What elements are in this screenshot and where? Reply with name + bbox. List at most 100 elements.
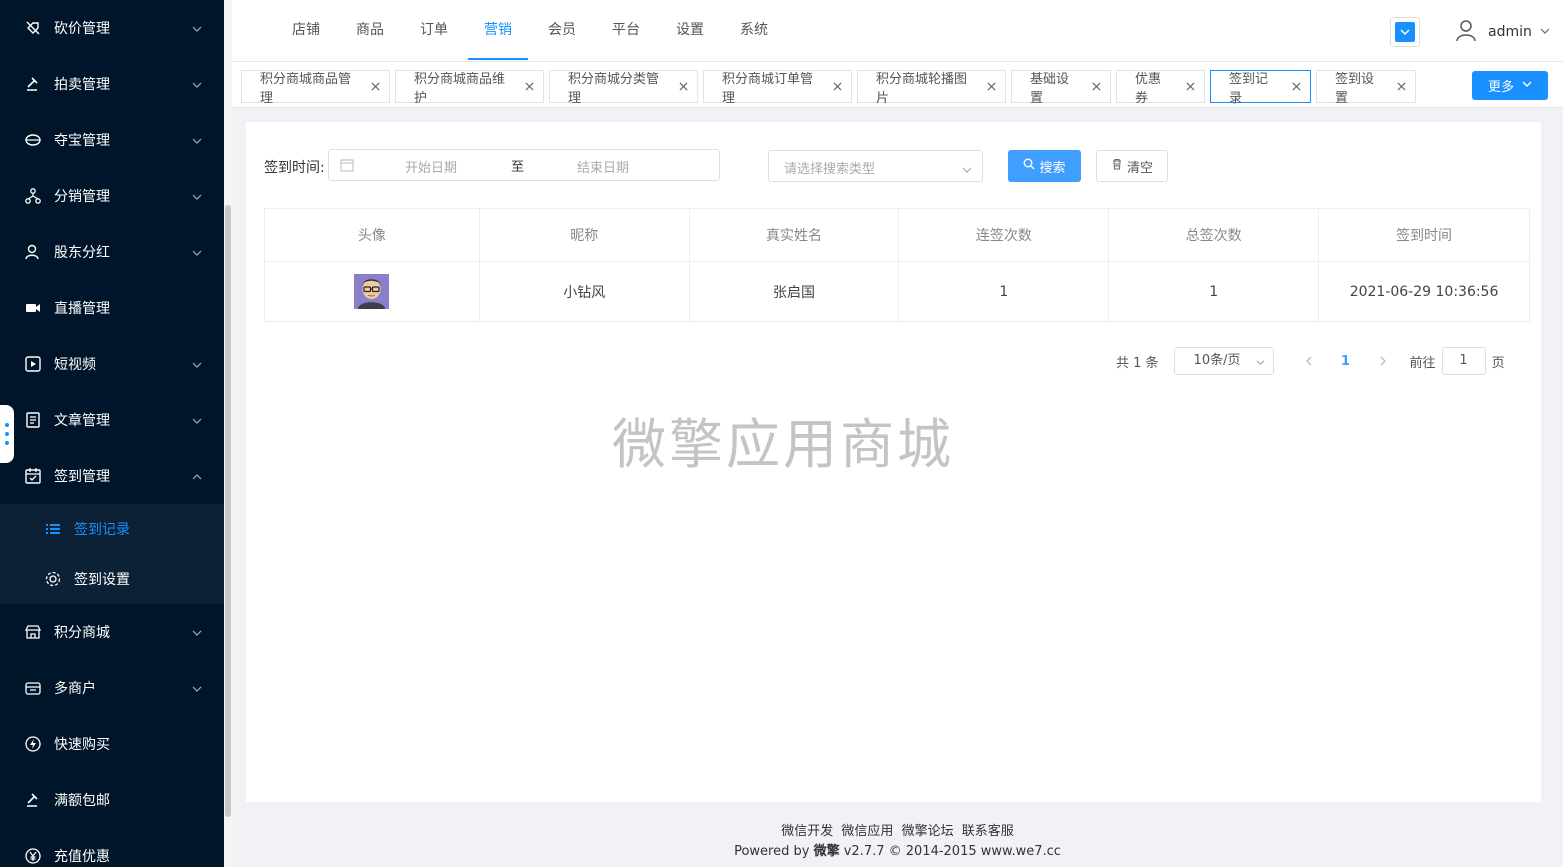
top-nav-menu: 店铺 商品 订单 营销 会员 平台 设置 系统 (276, 0, 788, 62)
sidebar-item-shareholder[interactable]: 股东分红 (0, 224, 224, 280)
tab-checkin-records[interactable]: 签到记录 (1210, 70, 1311, 106)
sidebar-item-live[interactable]: 直播管理 (0, 280, 224, 336)
sidebar-item-bargain[interactable]: 砍价管理 (0, 0, 224, 56)
sidebar-subitem-checkin-records[interactable]: 签到记录 (0, 504, 224, 554)
close-icon[interactable] (1396, 81, 1407, 93)
footer-link-wechat-apps[interactable]: 微信应用 (841, 824, 893, 839)
footer-link-forum[interactable]: 微擎论坛 (902, 824, 954, 839)
chevron-down-icon (1256, 360, 1265, 366)
chevron-down-icon (192, 414, 202, 424)
tab-points-mall-maintain[interactable]: 积分商城商品维护 (395, 70, 544, 106)
tab-label: 基础设置 (1030, 71, 1070, 106)
close-icon[interactable] (524, 81, 535, 93)
close-icon[interactable] (370, 81, 381, 93)
close-icon[interactable] (678, 81, 689, 93)
open-tabs: 积分商城商品管理 积分商城商品维护 积分商城分类管理 积分商城订单管理 积分商城… (241, 70, 1421, 106)
sidebar-item-label: 拍卖管理 (54, 77, 110, 93)
sidebar-item-article[interactable]: 文章管理 (0, 392, 224, 448)
clear-button[interactable]: 清空 (1096, 150, 1168, 182)
sidebar-item-treasure[interactable]: 夺宝管理 (0, 112, 224, 168)
close-icon[interactable] (1291, 81, 1302, 93)
date-range-picker[interactable]: 开始日期 至 结束日期 (328, 149, 720, 181)
cell-checkin-time: 2021-06-29 10:36:56 (1318, 261, 1530, 322)
user-name: admin (1488, 24, 1532, 40)
column-checkin-time: 签到时间 (1318, 208, 1530, 262)
tab-bar: 积分商城商品管理 积分商城商品维护 积分商城分类管理 积分商城订单管理 积分商城… (232, 62, 1563, 108)
scrollbar-thumb[interactable] (225, 205, 231, 817)
search-button[interactable]: 搜索 (1008, 150, 1081, 182)
tab-coupons[interactable]: 优惠券 (1116, 70, 1205, 106)
sidebar-item-points-mall[interactable]: 积分商城 (0, 604, 224, 660)
tab-label: 积分商城轮播图片 (876, 71, 968, 106)
sidebar-item-label: 满额包邮 (54, 793, 110, 809)
close-icon[interactable] (986, 81, 997, 93)
next-page-button[interactable] (1372, 347, 1394, 375)
prev-page-button[interactable] (1298, 347, 1320, 375)
clear-label: 清空 (1126, 160, 1153, 176)
column-streak: 连签次数 (898, 208, 1110, 262)
close-icon[interactable] (1184, 81, 1196, 93)
pagination: 共 1 条 10条/页 1 前往 1 页 (1116, 347, 1505, 375)
tab-label: 积分商城订单管理 (722, 71, 814, 106)
tab-points-mall-category[interactable]: 积分商城分类管理 (549, 70, 698, 106)
sidebar-item-short-video[interactable]: 短视频 (0, 336, 224, 392)
tab-checkin-settings[interactable]: 签到设置 (1316, 70, 1416, 106)
tab-points-mall-orders[interactable]: 积分商城订单管理 (703, 70, 852, 106)
more-tabs-button[interactable]: 更多 (1472, 71, 1548, 100)
bargain-icon (24, 19, 42, 37)
gavel-icon (24, 791, 42, 809)
sidebar-item-free-shipping[interactable]: 满额包邮 (0, 772, 224, 828)
top-nav-orders[interactable]: 订单 (404, 0, 464, 62)
sidebar-item-quick-buy[interactable]: 快速购买 (0, 716, 224, 772)
sidebar-item-distribution[interactable]: 分销管理 (0, 168, 224, 224)
network-icon (24, 187, 42, 205)
tab-label: 积分商城分类管理 (568, 71, 660, 106)
close-icon[interactable] (832, 81, 843, 93)
page-number-current[interactable]: 1 (1326, 354, 1366, 369)
tab-points-mall-banner[interactable]: 积分商城轮播图片 (857, 70, 1006, 106)
top-nav-products[interactable]: 商品 (340, 0, 400, 62)
play-icon (24, 355, 42, 373)
checkin-records-table: 头像 昵称 真实姓名 连签次数 总签次数 签到时间 小钻风 张启国 1 1 20… (264, 208, 1530, 322)
start-date-input[interactable]: 开始日期 (405, 157, 457, 176)
sidebar-submenu-checkin: 签到记录 签到设置 (0, 504, 224, 604)
chevron-up-icon (192, 470, 202, 480)
top-nav-settings[interactable]: 设置 (660, 0, 720, 62)
chevron-down-icon (192, 358, 202, 368)
close-icon[interactable] (1091, 81, 1102, 93)
sidebar-collapse-handle[interactable] (0, 405, 14, 463)
sidebar-item-recharge[interactable]: 充值优惠 (0, 828, 224, 867)
goto-page-input[interactable]: 1 (1441, 347, 1486, 375)
chevron-left-icon (1305, 356, 1312, 366)
footer-links: 微信开发 微信应用 微擎论坛 联系客服 (232, 822, 1563, 842)
sidebar-item-label: 分销管理 (54, 189, 110, 205)
end-date-input[interactable]: 结束日期 (577, 157, 629, 176)
top-nav-members[interactable]: 会员 (532, 0, 592, 62)
sidebar-subitem-label: 签到设置 (74, 572, 130, 588)
top-dropdown-button[interactable] (1390, 17, 1420, 47)
top-nav-system[interactable]: 系统 (724, 0, 784, 62)
footer-link-wechat-dev[interactable]: 微信开发 (781, 824, 833, 839)
sidebar-item-checkin[interactable]: 签到管理 (0, 448, 224, 504)
tab-label: 签到设置 (1335, 71, 1375, 106)
footer-link-support[interactable]: 联系客服 (962, 824, 1014, 839)
user-menu[interactable]: admin (1454, 18, 1550, 46)
top-nav-platform[interactable]: 平台 (596, 0, 656, 62)
tab-label: 优惠券 (1135, 71, 1162, 106)
shareholder-icon (24, 243, 42, 261)
sidebar-subitem-checkin-settings[interactable]: 签到设置 (0, 554, 224, 604)
tab-basic-settings[interactable]: 基础设置 (1011, 70, 1111, 106)
top-nav-marketing[interactable]: 营销 (468, 0, 528, 62)
sidebar-menu-bottom: 积分商城 多商户 快速购买 满额包邮 充值优惠 (0, 604, 224, 867)
top-nav-store[interactable]: 店铺 (276, 0, 336, 62)
sidebar-scrollbar[interactable] (224, 0, 232, 867)
sidebar-item-auction[interactable]: 拍卖管理 (0, 56, 224, 112)
chevron-down-icon (192, 682, 202, 692)
sidebar-subitem-label: 签到记录 (74, 522, 130, 538)
sidebar-item-multi-merchant[interactable]: 多商户 (0, 660, 224, 716)
sidebar-menu-top: 砍价管理 拍卖管理 夺宝管理 分销管理 股东分红 直播管理 短视频 文章管理 签… (0, 0, 224, 504)
trash-icon (1111, 158, 1127, 174)
tab-points-mall-products[interactable]: 积分商城商品管理 (241, 70, 390, 106)
page-size-select[interactable]: 10条/页 (1173, 347, 1274, 375)
search-type-select[interactable]: 请选择搜索类型 (768, 150, 983, 182)
